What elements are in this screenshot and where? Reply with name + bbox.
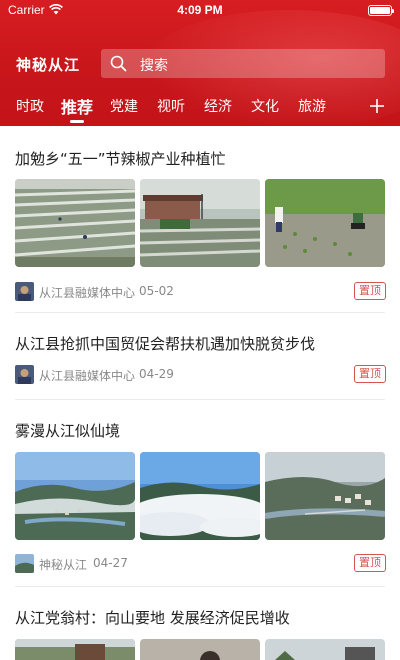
battery-icon (368, 5, 394, 16)
tab-politics[interactable]: 时政 (16, 96, 44, 116)
news-meta: 从江县融媒体中心 05-02 置顶 (15, 282, 386, 302)
app-header: Carrier 4:09 PM 神秘从江 搜索 时政 推荐 党建 视听 经济 文… (0, 0, 400, 126)
news-source: 从江县融媒体中心 (39, 369, 136, 383)
news-images (15, 179, 386, 267)
mist-photo-1 (15, 452, 135, 540)
active-tab-indicator (70, 120, 84, 123)
search-icon (110, 55, 127, 72)
tab-culture[interactable]: 文化 (251, 96, 279, 116)
news-title: 从江县抢抓中国贸促会帮扶机遇加快脱贫步伐 (15, 335, 316, 353)
app-title: 神秘从江 (16, 56, 81, 74)
news-title: 雾漫从江似仙境 (15, 422, 121, 440)
source-avatar (15, 554, 34, 573)
news-date: 05-02 (139, 284, 174, 298)
field-photo-3 (265, 179, 385, 267)
field-photo-2 (140, 179, 260, 267)
news-images (15, 639, 386, 660)
news-source: 神秘从江 (39, 558, 88, 572)
news-feed: 加勉乡“五一”节辣椒产业种植忙 从江县融媒体中心 05-02 置顶 从江县抢抓中… (0, 126, 400, 660)
news-title: 从江党翁村：向山要地 发展经济促民增收 (15, 609, 290, 627)
news-meta: 神秘从江 04-27 置顶 (15, 554, 386, 574)
tab-economy[interactable]: 经济 (204, 96, 232, 116)
pinned-badge: 置顶 (354, 282, 386, 300)
news-item[interactable]: 加勉乡“五一”节辣椒产业种植忙 从江县融媒体中心 05-02 置顶 (0, 126, 400, 313)
tab-audio-video[interactable]: 视听 (157, 96, 185, 116)
news-date: 04-27 (93, 556, 128, 570)
news-item[interactable]: 从江县抢抓中国贸促会帮扶机遇加快脱贫步伐 从江县融媒体中心 04-29 置顶 (0, 313, 400, 400)
news-item[interactable]: 雾漫从江似仙境 神秘从江 04-27 置顶 (0, 400, 400, 587)
news-date: 04-29 (139, 367, 174, 381)
mist-photo-2 (140, 452, 260, 540)
source-avatar (15, 282, 34, 301)
search-input[interactable]: 搜索 (101, 49, 385, 78)
source-avatar (15, 365, 34, 384)
tab-party-building[interactable]: 党建 (110, 96, 138, 116)
status-bar: Carrier 4:09 PM (0, 0, 400, 20)
add-channel-icon[interactable] (369, 98, 385, 114)
news-source: 从江县融媒体中心 (39, 286, 136, 300)
search-placeholder: 搜索 (140, 58, 168, 74)
village-photo-3 (265, 639, 385, 660)
mist-photo-3 (265, 452, 385, 540)
category-tabs: 时政 推荐 党建 视听 经济 文化 旅游 (0, 92, 400, 123)
tab-recommended[interactable]: 推荐 (61, 94, 93, 118)
news-meta: 从江县融媒体中心 04-29 置顶 (15, 365, 386, 385)
field-photo-1 (15, 179, 135, 267)
tab-tourism[interactable]: 旅游 (298, 96, 326, 116)
news-item[interactable]: 从江党翁村：向山要地 发展经济促民增收 (0, 587, 400, 660)
pinned-badge: 置顶 (354, 554, 386, 572)
village-photo-1 (15, 639, 135, 660)
news-title: 加勉乡“五一”节辣椒产业种植忙 (15, 150, 226, 168)
news-images (15, 452, 386, 540)
village-photo-2 (140, 639, 260, 660)
clock: 4:09 PM (177, 3, 223, 17)
pinned-badge: 置顶 (354, 365, 386, 383)
